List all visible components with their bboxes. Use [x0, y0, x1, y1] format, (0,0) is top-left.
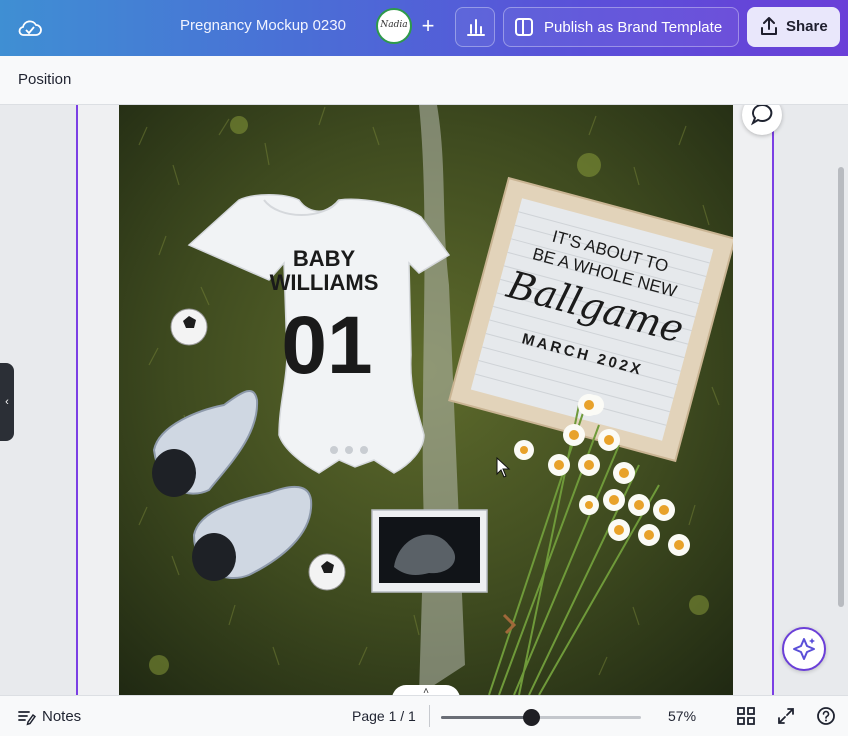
magic-assistant-button[interactable] — [782, 627, 826, 671]
insights-button[interactable] — [455, 7, 495, 47]
sparkle-icon — [793, 638, 815, 660]
soccer-ball-icon — [170, 308, 208, 346]
fullscreen-icon[interactable] — [776, 706, 796, 726]
template-icon — [515, 18, 533, 36]
footer-divider — [429, 705, 430, 727]
context-toolbar: Position — [0, 56, 848, 105]
position-button[interactable]: Position — [18, 71, 71, 88]
avatar-label: Nadia — [380, 20, 408, 30]
add-collaborator-button[interactable]: + — [414, 12, 442, 40]
cloud-save-icon[interactable] — [16, 14, 44, 42]
publish-label: Publish as Brand Template — [544, 19, 723, 36]
vertical-scrollbar-thumb[interactable] — [838, 167, 844, 607]
share-label: Share — [786, 18, 828, 35]
onesie-line-1: BABY — [293, 246, 356, 271]
notes-label: Notes — [42, 708, 82, 725]
side-panel-toggle[interactable]: ‹ — [0, 363, 14, 441]
selection-border-left — [76, 105, 78, 695]
comment-button[interactable] — [742, 105, 782, 135]
publish-brand-template-button[interactable]: Publish as Brand Template — [503, 7, 739, 47]
onesie-number: 01 — [281, 300, 372, 391]
selection-border-right — [772, 105, 774, 695]
soccer-ball-icon — [308, 553, 346, 591]
pages-panel-toggle[interactable]: ˄ — [392, 685, 460, 695]
bar-chart-icon — [467, 19, 485, 36]
top-bar: Pregnancy Mockup 0230 Nadia + Publish as… — [0, 0, 848, 56]
document-title[interactable]: Pregnancy Mockup 0230 — [180, 17, 346, 34]
canvas-workspace: BABY WILLIAMS 01 IT'S ABOUT TO BE A WHOL… — [0, 105, 848, 695]
photo-illustration: BABY WILLIAMS 01 IT'S ABOUT TO BE A WHOL… — [119, 105, 733, 695]
zoom-slider-fill — [441, 716, 531, 719]
zoom-slider[interactable] — [441, 709, 641, 726]
design-photo[interactable]: BABY WILLIAMS 01 IT'S ABOUT TO BE A WHOL… — [119, 105, 733, 695]
ultrasound-photo — [371, 509, 488, 593]
avatar[interactable]: Nadia — [376, 8, 412, 44]
onesie-line-2: WILLIAMS — [270, 270, 379, 295]
zoom-percentage[interactable]: 57% — [668, 708, 696, 724]
page-indicator[interactable]: Page 1 / 1 — [352, 708, 416, 724]
footer-bar: Notes Page 1 / 1 57% — [0, 695, 848, 736]
help-icon[interactable] — [816, 706, 836, 726]
notes-icon — [18, 711, 36, 726]
share-button[interactable]: Share — [747, 7, 840, 47]
zoom-slider-thumb[interactable] — [523, 709, 540, 726]
grid-view-icon[interactable] — [736, 706, 756, 726]
share-upload-icon — [761, 17, 777, 35]
comment-icon — [750, 105, 773, 126]
